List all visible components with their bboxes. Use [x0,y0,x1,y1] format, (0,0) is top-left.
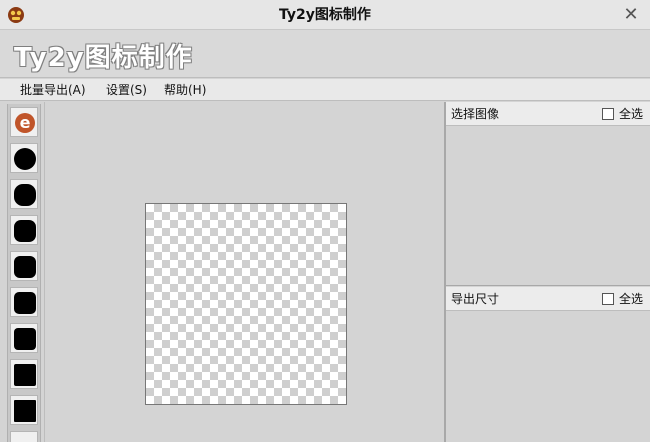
menu-help[interactable]: 帮助(H) [164,80,206,100]
icon-slot[interactable] [10,431,38,442]
ie-e-icon: e [15,113,35,133]
icon-slot[interactable] [10,323,38,353]
rounded-square-icon [14,292,36,314]
square-icon [14,364,36,386]
rounded-square-icon [14,328,36,350]
select-all-sizes-checkbox[interactable] [602,293,614,305]
svg-text:e: e [20,113,31,132]
export-size-title: 导出尺寸 [451,292,500,306]
icon-slot[interactable] [10,251,38,281]
image-list[interactable] [446,126,650,286]
icon-slot[interactable] [10,287,38,317]
select-all-images-label[interactable]: 全选 [619,102,643,126]
circle-icon [14,148,36,170]
rounded-square-icon [14,220,36,242]
banner-title: Ty2y图标制作 [14,43,193,73]
icon-slot[interactable] [10,215,38,245]
menu-batch-export[interactable]: 批量导出(A) [20,80,86,100]
icon-slot[interactable]: e [10,107,38,137]
rounded-square-icon [14,256,36,278]
window-title: Ty2y图标制作 [279,7,371,23]
icon-slot[interactable] [10,179,38,209]
preview-canvas[interactable] [145,203,347,405]
icon-slot[interactable] [10,143,38,173]
icon-slot[interactable] [10,359,38,389]
menu-settings[interactable]: 设置(S) [106,80,147,100]
close-button[interactable]: ✕ [612,0,650,30]
select-image-title: 选择图像 [451,107,500,121]
size-list[interactable] [446,311,650,442]
select-all-images-checkbox[interactable] [602,108,614,120]
icon-slot[interactable] [10,395,38,425]
rounded-square-icon [14,184,36,206]
menu-bar [0,79,650,101]
select-all-sizes-label[interactable]: 全选 [619,287,643,311]
square-icon [14,400,36,422]
